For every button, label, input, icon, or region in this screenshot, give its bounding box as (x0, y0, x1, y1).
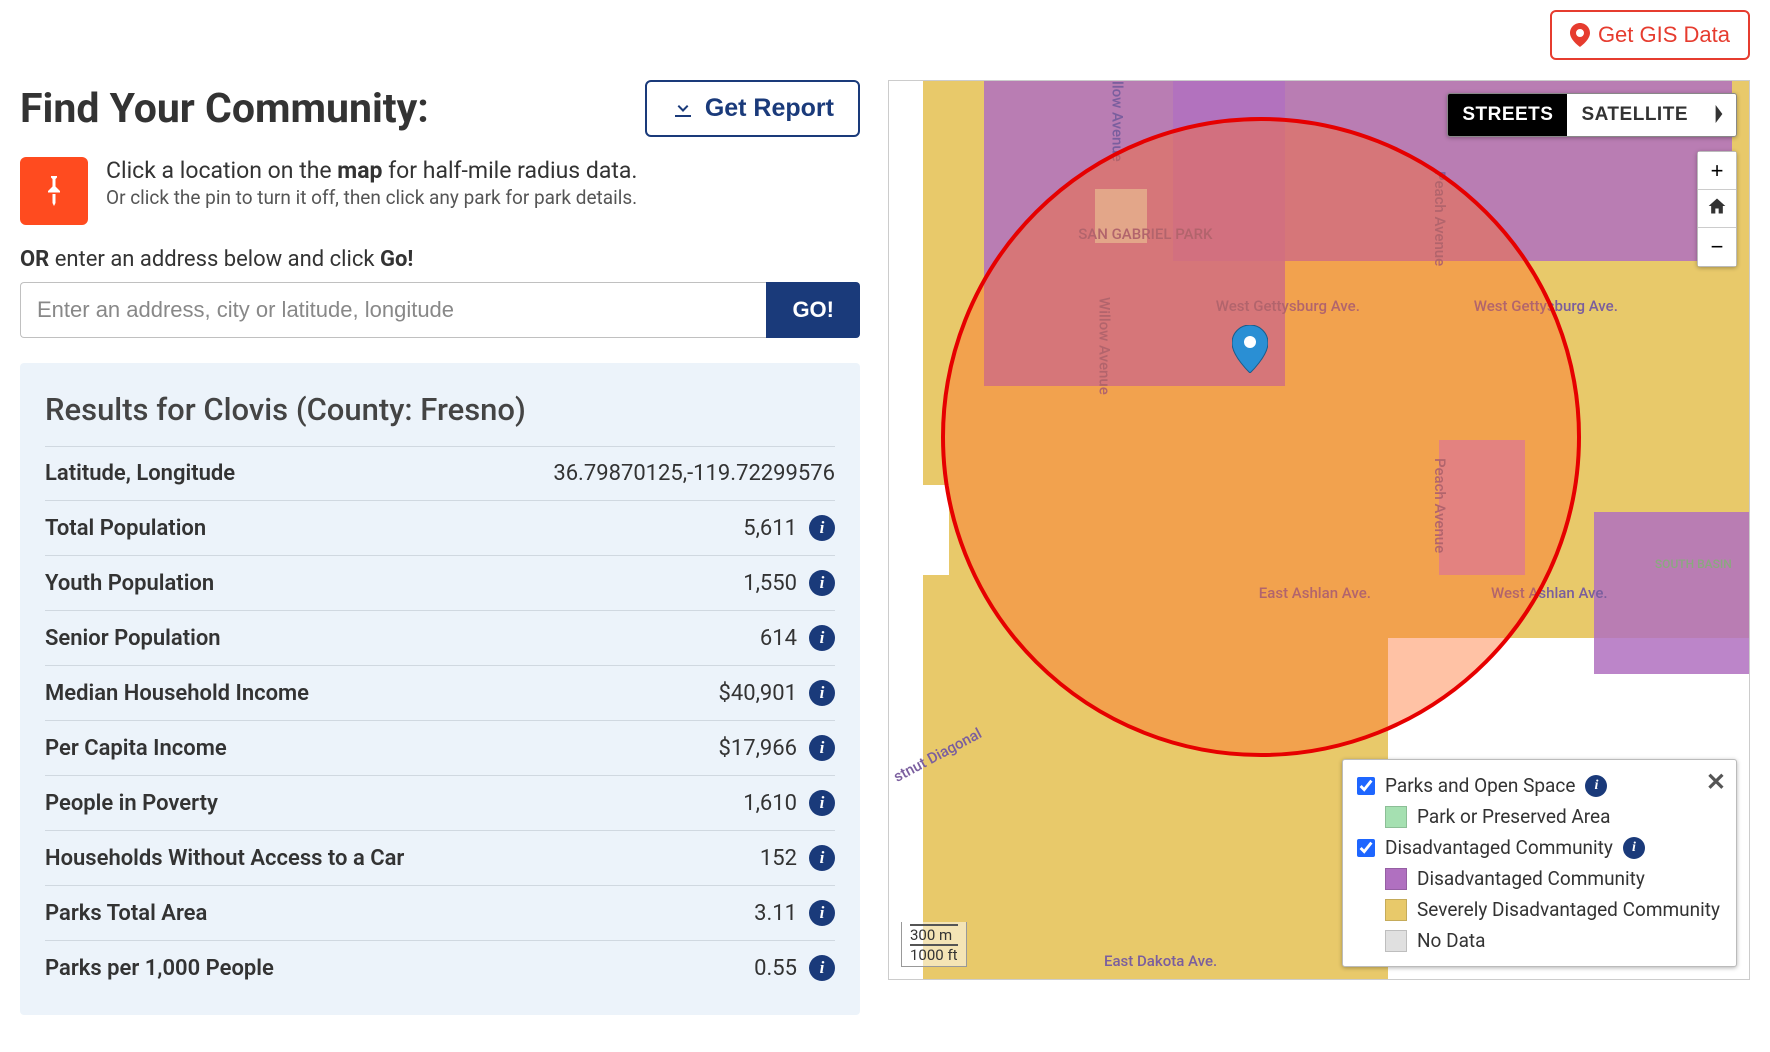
info-icon[interactable]: i (809, 570, 835, 596)
basemap-more-button[interactable] (1702, 94, 1736, 136)
or-label: OR enter an address below and click Go! (20, 247, 860, 272)
info-icon[interactable]: i (1623, 837, 1645, 859)
result-value: 1,610 (743, 791, 797, 816)
zoom-out-button[interactable]: − (1698, 228, 1736, 266)
result-row: Per Capita Income $17,966 i (45, 720, 835, 775)
map-label-dakota: East Dakota Ave. (1104, 952, 1217, 970)
legend-label: Disadvantaged Community (1417, 867, 1645, 890)
pin-instruction-2: Or click the pin to turn it off, then cl… (106, 186, 637, 209)
legend-label: Severely Disadvantaged Community (1417, 898, 1720, 921)
result-label: Total Population (45, 516, 206, 541)
info-icon[interactable]: i (809, 845, 835, 871)
radius-circle (941, 117, 1581, 757)
streets-button[interactable]: STREETS (1448, 94, 1567, 136)
download-icon (671, 97, 695, 121)
result-row: Total Population 5,611 i (45, 500, 835, 555)
result-value: $40,901 (718, 681, 797, 706)
info-icon[interactable]: i (809, 955, 835, 981)
result-row: Households Without Access to a Car 152 i (45, 830, 835, 885)
swatch-dac (1385, 868, 1407, 890)
zoom-in-button[interactable]: + (1698, 152, 1736, 190)
pin-toggle-button[interactable] (20, 157, 88, 225)
result-label: People in Poverty (45, 791, 218, 816)
home-extent-button[interactable] (1698, 190, 1736, 228)
result-label: Youth Population (45, 571, 214, 596)
info-icon[interactable]: i (809, 790, 835, 816)
result-value: 0.55 (754, 956, 797, 981)
result-row: Parks Total Area 3.11 i (45, 885, 835, 940)
result-row: Youth Population 1,550 i (45, 555, 835, 610)
sidebar: Find Your Community: Get Report Click a … (20, 80, 860, 1015)
info-icon[interactable]: i (809, 680, 835, 706)
info-icon[interactable]: i (809, 900, 835, 926)
result-label: Median Household Income (45, 681, 309, 706)
results-title: Results for Clovis (County: Fresno) (45, 391, 835, 428)
info-icon[interactable]: i (809, 515, 835, 541)
legend-label: Park or Preserved Area (1417, 805, 1610, 828)
minus-icon: − (1711, 234, 1724, 259)
pin-icon (1570, 23, 1590, 47)
result-value: 3.11 (754, 901, 797, 926)
info-icon[interactable]: i (809, 735, 835, 761)
result-row: Latitude, Longitude 36.79870125,-119.7229… (45, 446, 835, 500)
info-icon[interactable]: i (809, 625, 835, 651)
result-label: Households Without Access to a Car (45, 846, 404, 871)
legend-label: No Data (1417, 929, 1485, 952)
result-value: 1,550 (743, 571, 797, 596)
result-value: 152 (760, 846, 797, 871)
satellite-button[interactable]: SATELLITE (1567, 94, 1702, 136)
page-title: Find Your Community: (20, 85, 429, 133)
result-label: Senior Population (45, 626, 221, 651)
basemap-toggle: STREETS SATELLITE (1447, 93, 1737, 137)
address-input[interactable] (20, 282, 766, 338)
result-row: Senior Population 614 i (45, 610, 835, 665)
go-button[interactable]: GO! (766, 282, 860, 338)
legend-panel: ✕ Parks and Open Space i Park or Preserv… (1342, 759, 1737, 967)
get-gis-data-button[interactable]: Get GIS Data (1550, 10, 1750, 60)
thumbtack-icon (36, 173, 72, 209)
gis-label: Get GIS Data (1598, 22, 1730, 48)
legend-label: Parks and Open Space (1385, 774, 1575, 797)
result-row: People in Poverty 1,610 i (45, 775, 835, 830)
home-icon (1707, 196, 1727, 216)
result-label: Parks per 1,000 People (45, 956, 274, 981)
dac-layer-checkbox[interactable] (1357, 839, 1375, 857)
result-row: Parks per 1,000 People 0.55 i (45, 940, 835, 995)
parks-layer-checkbox[interactable] (1357, 777, 1375, 795)
get-report-button[interactable]: Get Report (645, 80, 860, 137)
results-panel: Results for Clovis (County: Fresno) Lati… (20, 363, 860, 1015)
result-value: 5,611 (743, 516, 797, 541)
result-row: Median Household Income $40,901 i (45, 665, 835, 720)
scale-bar: 300 m 1000 ft (901, 922, 967, 967)
legend-label: Disadvantaged Community (1385, 836, 1613, 859)
chevron-right-icon (1712, 105, 1726, 123)
swatch-park (1385, 806, 1407, 828)
map[interactable]: SAN GABRIEL PARK Willow Avenue llow Aven… (888, 80, 1750, 980)
result-label: Parks Total Area (45, 901, 207, 926)
swatch-sdac (1385, 899, 1407, 921)
report-label: Get Report (705, 94, 834, 123)
swatch-nodata (1385, 930, 1407, 952)
legend-close-button[interactable]: ✕ (1706, 768, 1726, 796)
result-value: $17,966 (718, 736, 797, 761)
result-value: 614 (760, 626, 797, 651)
plus-icon: + (1711, 158, 1724, 183)
result-value: 36.79870125,-119.72299576 (553, 461, 835, 486)
result-label: Per Capita Income (45, 736, 227, 761)
result-label: Latitude, Longitude (45, 461, 235, 486)
pin-instruction-1: Click a location on the map for half-mil… (106, 157, 637, 184)
info-icon[interactable]: i (1585, 775, 1607, 797)
